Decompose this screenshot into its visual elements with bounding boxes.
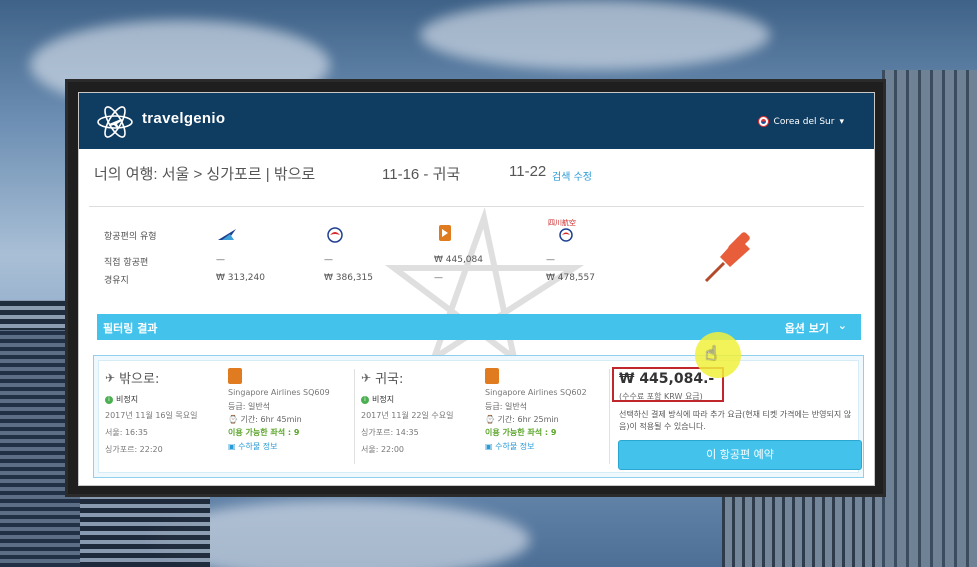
row-label: 직접 항공편 — [104, 258, 149, 268]
outbound-date: 2017년 11월 16일 목요일 — [105, 411, 198, 420]
atom-plane-logo-icon[interactable] — [95, 102, 135, 142]
return-heading: ✈ 귀국: — [361, 368, 404, 388]
hand-pointer-icon: ☝ — [705, 341, 718, 365]
outbound-class: 등급: 일반석 — [228, 402, 271, 411]
return-segment: ✈ 귀국: i 비정지 2017년 11월 22일 수요일 싱가포르: 14:3… — [355, 361, 480, 472]
building-right — [882, 70, 977, 567]
luggage-icon: ▣ — [485, 442, 493, 451]
singapore-airlines-logo-icon[interactable] — [434, 224, 456, 242]
return-flight: Singapore Airlines SQ602 — [485, 388, 587, 397]
return-date: 11-22 — [509, 163, 547, 180]
clock-icon: ⌚ — [485, 415, 495, 424]
china-eastern-logo-icon[interactable] — [324, 226, 346, 244]
outbound-depart: 서울: 16:35 — [105, 428, 149, 437]
chevron-down-icon[interactable]: ⌄ — [838, 319, 847, 332]
payment-note: 선택하신 결제 방식에 따라 추가 요금(현재 티켓 가격에는 반영되지 않음)… — [619, 410, 852, 431]
singapore-airlines-logo-icon — [228, 368, 242, 384]
browser-frame: travelgenio Corea del Sur ▾ 너의 여행: 서울 > … — [65, 79, 886, 497]
info-icon: i — [105, 395, 113, 404]
filter-title: 필터링 결과 — [103, 322, 158, 335]
nonstop-badge: i 비정지 — [361, 394, 394, 405]
return-arrive: 서울: 22:00 — [361, 445, 405, 454]
outbound-duration-label: 기간: 6hr 45min — [240, 415, 302, 424]
country-label: Corea del Sur — [773, 116, 835, 127]
filter-results-bar[interactable]: 필터링 결과 옵션 보기 ⌄ — [97, 314, 861, 340]
return-seats: 이용 가능한 좌석 : 9 — [485, 428, 557, 437]
outbound-segment: ✈ 밖으로: i 비정지 2017년 11월 16일 목요일 서울: 16:35… — [99, 361, 224, 472]
direct-price[interactable]: ₩ 445,084 — [434, 255, 483, 265]
korean-air-logo-icon[interactable] — [216, 226, 238, 244]
outbound-arrive: 싱가포르: 22:20 — [105, 445, 163, 454]
outbound-seats: 이용 가능한 좌석 : 9 — [228, 428, 300, 437]
luggage-icon: ▣ — [228, 442, 236, 451]
price-note: (수수료 포함 KRW 요금) — [619, 392, 703, 401]
return-class: 등급: 일반석 — [485, 402, 528, 411]
view-options-link[interactable]: 옵션 보기 — [785, 320, 829, 336]
direct-price[interactable]: — — [546, 255, 555, 265]
stops-price[interactable]: ₩ 478,557 — [546, 273, 595, 283]
outbound-flight: Singapore Airlines SQ609 — [228, 388, 330, 397]
row-label: 경유지 — [104, 276, 129, 286]
stops-price[interactable]: ₩ 386,315 — [324, 273, 373, 283]
korea-flag-icon — [757, 116, 769, 127]
cursor-highlight: ☝ — [695, 332, 741, 378]
book-flight-button[interactable]: 이 항공편 예약 — [618, 440, 862, 470]
singapore-airlines-logo-icon — [485, 368, 499, 384]
outbound-heading-label: 밖으로: — [119, 372, 160, 387]
trip-title: 너의 여행: 서울 > 싱가포르 | 밖으로 — [94, 166, 316, 183]
cloud — [420, 0, 770, 70]
return-duration: ⌚ 기간: 6hr 25min — [485, 414, 559, 425]
return-details: Singapore Airlines SQ602 등급: 일반석 ⌚ 기간: 6… — [481, 361, 611, 472]
baggage-label: 수하물 정보 — [238, 442, 278, 451]
flight-result-card: ✈ 밖으로: i 비정지 2017년 11월 16일 목요일 서울: 16:35… — [93, 355, 864, 478]
stops-price[interactable]: ₩ 313,240 — [216, 273, 265, 283]
direct-price[interactable]: — — [324, 255, 333, 265]
outbound-details: Singapore Airlines SQ609 등급: 일반석 ⌚ 기간: 6… — [224, 361, 359, 472]
info-icon: i — [361, 395, 369, 404]
return-heading-label: 귀국: — [375, 372, 404, 387]
svg-text:四川航空: 四川航空 — [548, 218, 576, 227]
plane-icon: ✈ — [105, 370, 116, 385]
trip-summary: 너의 여행: 서울 > 싱가포르 | 밖으로 11-16 - 귀국 11-22 … — [89, 149, 864, 207]
outbound-heading: ✈ 밖으로: — [105, 368, 160, 388]
nonstop-label: 비정지 — [116, 395, 139, 404]
clock-icon: ⌚ — [228, 415, 238, 424]
edit-search-link[interactable]: 검색 수정 — [552, 168, 592, 183]
stops-price[interactable]: — — [434, 273, 443, 283]
nonstop-label: 비정지 — [372, 395, 395, 404]
return-baggage-link[interactable]: ▣ 수하물 정보 — [485, 441, 534, 452]
caret-down-icon: ▾ — [839, 116, 844, 127]
total-price: ₩ 445,084.- — [619, 371, 715, 387]
outbound-date: 11-16 - 귀국 — [382, 166, 461, 183]
return-depart: 싱가포르: 14:35 — [361, 428, 419, 437]
brand-name[interactable]: travelgenio — [142, 110, 225, 127]
divider — [609, 369, 610, 464]
row-label: 항공편의 유형 — [104, 232, 157, 242]
return-date: 2017년 11월 22일 수요일 — [361, 411, 454, 420]
pushpin-icon — [704, 232, 750, 283]
direct-price[interactable]: — — [216, 255, 225, 265]
flight-result-inner: ✈ 밖으로: i 비정지 2017년 11월 16일 목요일 서울: 16:35… — [98, 360, 862, 473]
nonstop-badge: i 비정지 — [105, 394, 138, 405]
outbound-duration: ⌚ 기간: 6hr 45min — [228, 414, 302, 425]
page: travelgenio Corea del Sur ▾ 너의 여행: 서울 > … — [78, 92, 875, 486]
navbar: travelgenio Corea del Sur ▾ — [79, 93, 874, 149]
sichuan-airlines-logo-icon[interactable]: 四川航空 — [546, 217, 586, 245]
country-selector[interactable]: Corea del Sur ▾ — [757, 116, 844, 127]
plane-icon: ✈ — [361, 370, 372, 385]
return-duration-label: 기간: 6hr 25min — [497, 415, 559, 424]
outbound-baggage-link[interactable]: ▣ 수하물 정보 — [228, 441, 277, 452]
baggage-label: 수하물 정보 — [495, 442, 535, 451]
